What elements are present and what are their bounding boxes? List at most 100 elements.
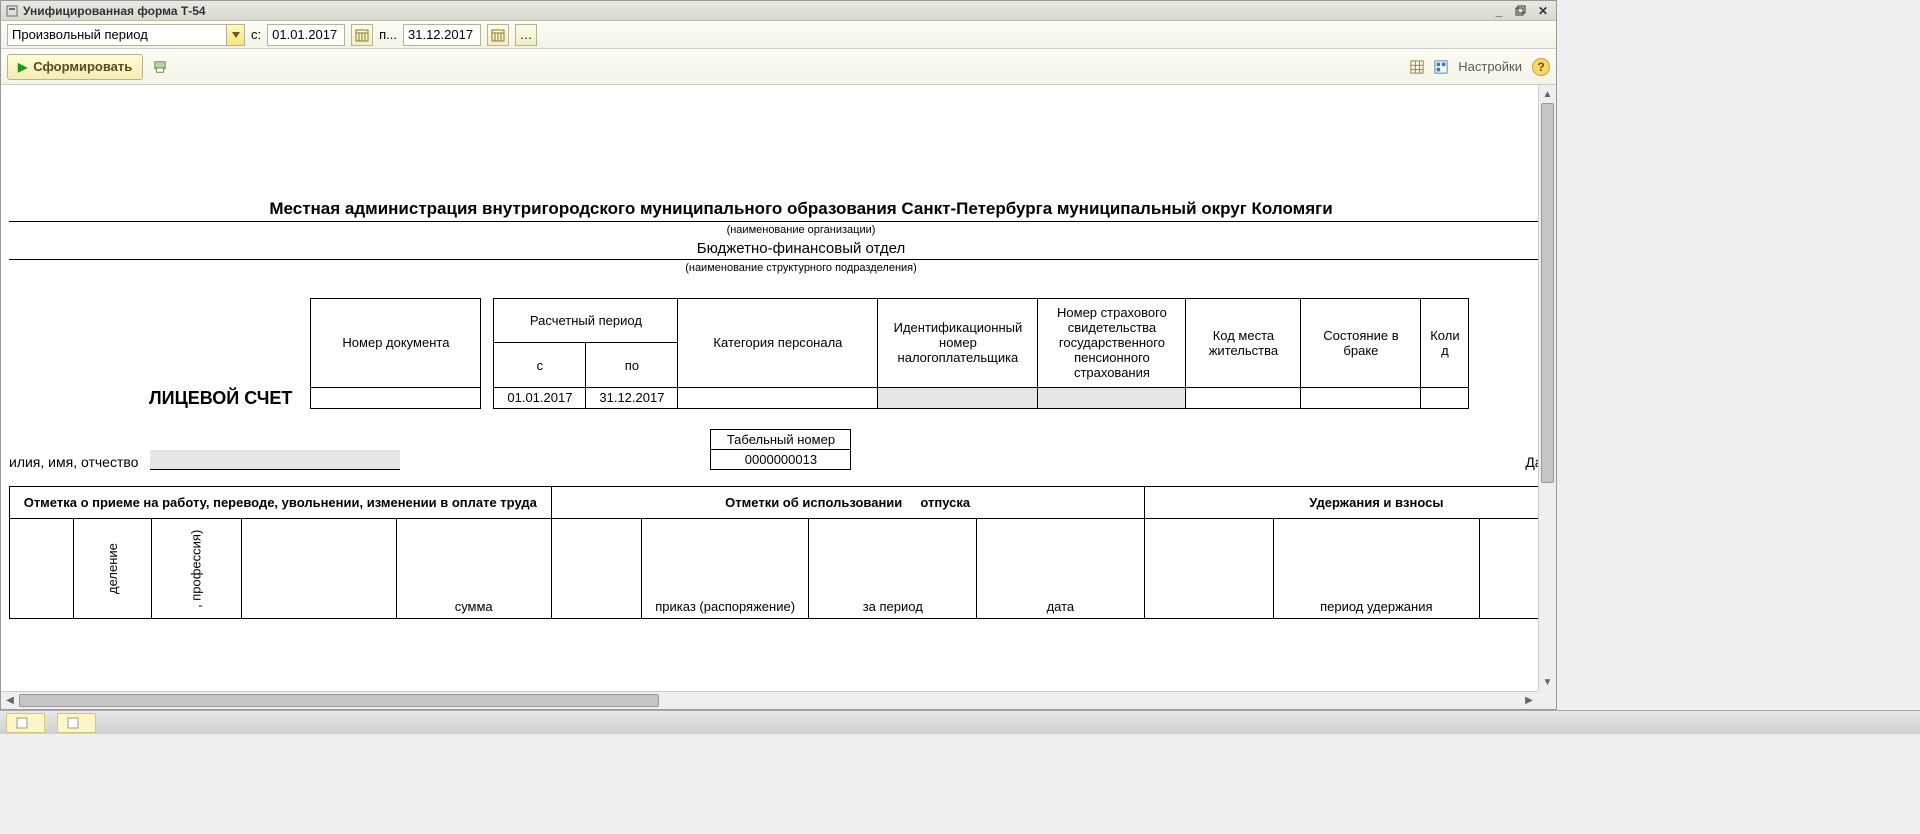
taskbar-item[interactable] [57,713,96,733]
period-mode-value: Произвольный период [12,27,148,42]
hdr-doc-number: Номер документа [311,299,481,388]
val-from: 01.01.2017 [494,387,586,408]
val-marital [1301,387,1421,408]
from-label: с: [251,27,261,42]
col-date: дата [977,519,1145,619]
scrollbar-corner [1538,691,1556,709]
titlebar: Унифицированная форма Т-54 _ ✕ [1,1,1556,21]
dept-hint: (наименование структурного подразделения… [9,262,1538,274]
col-sum: сумма [396,519,551,619]
val-staff-category [678,387,878,408]
col-profession: , профессия) [151,519,241,619]
taskbar [0,710,1920,734]
col-order: приказ (распоряжение) [641,519,809,619]
hdr-staff-category: Категория персонала [678,299,878,388]
val-to: 31.12.2017 [586,387,678,408]
date-from-input[interactable]: 01.01.2017 [267,24,345,46]
hdr-children: Коли д [1421,299,1469,388]
maximize-button[interactable] [1512,3,1530,19]
hdr-calc-period: Расчетный период [494,299,678,343]
close-button[interactable]: ✕ [1534,3,1552,19]
hdr-inn: Идентификационный номер налогоплательщик… [878,299,1038,388]
val-children [1421,387,1469,408]
document-title: ЛИЦЕВОЙ СЧЕТ [9,298,302,409]
col-j [1144,519,1273,619]
to-label: п... [379,27,397,42]
fio-label: илия, имя, отчество [9,454,138,470]
scroll-up-button[interactable]: ▲ [1539,85,1556,103]
period-toolbar: Произвольный период с: 01.01.2017 п... 3… [1,21,1556,49]
department-name: Бюджетно-финансовый отдел [9,240,1538,257]
date-from-picker-button[interactable] [351,24,373,46]
fio-value [150,450,400,470]
window-title: Унифицированная форма Т-54 [23,4,1490,18]
taskbar-item[interactable] [6,713,45,733]
date-to-picker-button[interactable] [487,24,509,46]
col-a [10,519,74,619]
taskbar-item-label [84,717,87,729]
dropdown-icon[interactable] [226,25,244,45]
col-hold-period: период удержания [1273,519,1479,619]
col-l [1479,519,1538,619]
period-mode-select[interactable]: Произвольный период [7,24,245,46]
details-table: Отметка о приеме на работу, переводе, ув… [9,486,1538,619]
scroll-down-button[interactable]: ▼ [1539,673,1556,691]
minimize-button[interactable]: _ [1490,3,1508,19]
table-icon[interactable] [1410,60,1424,74]
header-table: Номер документа Расчетный период Категор… [310,298,1469,409]
hdr-to: по [586,343,678,387]
horizontal-scrollbar[interactable]: ◀ ▶ [1,691,1538,709]
birthdate-label: Дата рож [1525,454,1538,470]
help-button[interactable]: ? [1532,58,1550,76]
organization-name: Местная администрация внутригородского м… [9,199,1538,219]
org-underline [9,221,1538,222]
val-residence [1186,387,1301,408]
section-vacation: Отметки об использовании отпуска [551,487,1144,519]
date-to-input[interactable]: 31.12.2017 [403,24,481,46]
document-icon [66,716,80,730]
scroll-left-button[interactable]: ◀ [1,692,19,709]
action-toolbar: ▶ Сформировать Настройки ? [1,49,1556,85]
generate-label: Сформировать [33,59,132,74]
hdr-snils: Номер страхового свидетельства государст… [1038,299,1186,388]
print-icon[interactable] [153,60,167,74]
period-more-button[interactable]: … [515,24,537,46]
section-deductions: Удержания и взносы [1144,487,1538,519]
tabel-value: 0000000013 [711,450,851,470]
app-window: Унифицированная форма Т-54 _ ✕ Произволь… [0,0,1557,710]
val-snils: XXX-XXX-XXX XX [1038,387,1186,408]
window-icon [5,4,19,18]
hdr-marital: Состояние в браке [1301,299,1421,388]
document-viewport[interactable]: Утв Местная администрация внутригородско… [1,85,1538,691]
scroll-right-button[interactable]: ▶ [1520,692,1538,709]
vertical-scroll-thumb[interactable] [1541,103,1554,483]
document-content: Утв Местная администрация внутригородско… [1,85,1538,619]
col-department: деление [74,519,151,619]
document-icon [15,716,29,730]
col-for-period: за период [809,519,977,619]
approval-stamp: Утв [9,109,1538,125]
val-doc-number [311,387,481,408]
horizontal-scroll-thumb[interactable] [19,694,659,707]
col-f [551,519,641,619]
hdr-from: с [494,343,586,387]
play-icon: ▶ [18,60,27,74]
section-employment: Отметка о приеме на работу, переводе, ув… [10,487,552,519]
taskbar-item-label [33,717,36,729]
settings-icon[interactable] [1434,60,1448,74]
tabel-label: Табельный номер [711,430,851,450]
date-from-value: 01.01.2017 [272,27,337,42]
generate-button[interactable]: ▶ Сформировать [7,54,143,80]
dept-underline [9,259,1538,260]
col-d [242,519,397,619]
val-inn: XXXXXXXXXX [878,387,1038,408]
window-controls: _ ✕ [1490,3,1552,19]
settings-link[interactable]: Настройки [1458,59,1522,74]
org-hint: (наименование организации) [9,224,1538,236]
vertical-scrollbar[interactable]: ▲ ▼ [1538,85,1556,691]
date-to-value: 31.12.2017 [408,27,473,42]
document-area: Утв Местная администрация внутригородско… [1,85,1556,709]
settings-label: Настройки [1458,59,1522,74]
hdr-residence: Код места жительства [1186,299,1301,388]
tabel-table: Табельный номер 0000000013 [710,429,851,470]
